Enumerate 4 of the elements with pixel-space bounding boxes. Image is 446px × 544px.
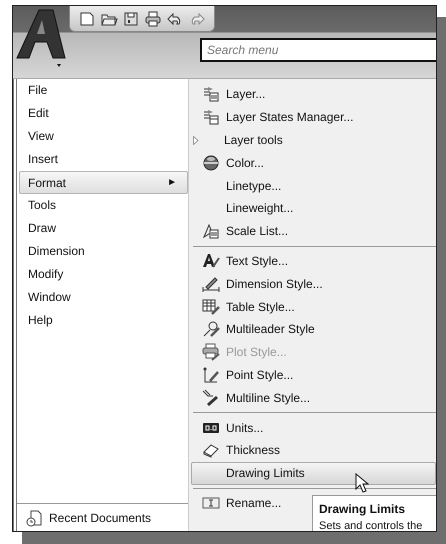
submenu-arrow: ► [167, 176, 177, 190]
menu-item-label: Format [28, 174, 66, 192]
tooltip-text: Sets and controls the [319, 519, 424, 531]
tooltip-title: Drawing Limits [319, 501, 406, 518]
